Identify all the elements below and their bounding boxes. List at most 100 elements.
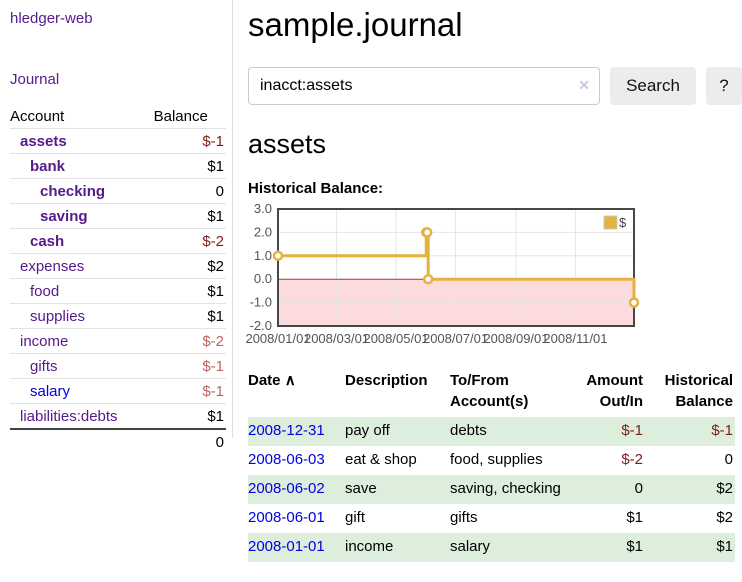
transaction-accounts: salary [450,533,562,562]
register-row: 2008-01-01incomesalary$1$1 [248,533,735,562]
account-row: bank $1 [10,154,226,179]
clear-search-icon[interactable]: ✕ [578,77,590,94]
transaction-date-link[interactable]: 2008-06-01 [248,509,325,526]
account-link[interactable]: expenses [20,258,84,275]
transaction-description: pay off [345,417,450,446]
svg-text:2008/11/01: 2008/11/01 [543,331,607,346]
svg-text:1.0: 1.0 [254,248,272,263]
transaction-date-link[interactable]: 2008-06-02 [248,480,325,497]
register-header-description: Description [345,368,450,417]
accounts-header-account: Account [10,104,154,129]
account-balance: $-2 [154,329,226,354]
account-balance: $2 [154,254,226,279]
transaction-balance: $2 [645,475,735,504]
account-link[interactable]: salary [30,383,70,400]
register-table: Date ∧ Description To/From Account(s) Am… [248,368,735,562]
account-row: checking 0 [10,179,226,204]
transaction-description: gift [345,504,450,533]
account-link[interactable]: cash [30,233,64,250]
search-button[interactable]: Search [610,67,696,105]
account-balance: $1 [154,279,226,304]
transaction-accounts: saving, checking [450,475,562,504]
account-balance: $1 [154,404,226,430]
register-table-body: 2008-12-31pay offdebts$-1$-12008-06-03ea… [248,417,735,562]
register-row: 2008-06-01giftgifts$1$2 [248,504,735,533]
register-header-date[interactable]: Date ∧ [248,368,345,417]
accounts-table-header-row: Account Balance [10,104,226,129]
chart-title: Historical Balance: [248,180,742,197]
search-input[interactable] [248,67,600,105]
register-header-row: Date ∧ Description To/From Account(s) Am… [248,368,735,417]
account-balance: $-1 [154,354,226,379]
search-input-wrapper: ✕ [248,67,600,105]
transaction-description: save [345,475,450,504]
transaction-description: income [345,533,450,562]
accounts-table: Account Balance assets $-1 bank $1 checking 0… [10,104,226,454]
search-form: ✕ Search ? [248,67,742,105]
svg-text:3.0: 3.0 [254,201,272,216]
date-header-label: Date [248,372,281,389]
register-row: 2008-12-31pay offdebts$-1$-1 [248,417,735,446]
account-balance: $1 [154,204,226,229]
sidebar-item-journal[interactable]: Journal [10,71,59,88]
legend-swatch [604,216,617,229]
page-title: sample.journal [248,6,742,44]
accounts-total-value: 0 [154,429,226,454]
transaction-date-link[interactable]: 2008-01-01 [248,538,325,555]
account-row: assets $-1 [10,129,226,154]
transaction-accounts: debts [450,417,562,446]
account-row: salary $-1 [10,379,226,404]
accounts-total-row: 0 [10,429,226,454]
account-balance: $1 [154,304,226,329]
accounts-header-balance: Balance [154,104,226,129]
transaction-amount: 0 [562,475,645,504]
svg-text:2008/05/01: 2008/05/01 [363,331,428,346]
main-content: sample.journal ✕ Search ? assets Histori… [248,0,742,562]
account-link[interactable]: saving [40,208,88,225]
account-link[interactable]: liabilities:debts [20,408,118,425]
transaction-amount: $-2 [562,446,645,475]
transaction-balance: $1 [645,533,735,562]
account-link[interactable]: supplies [30,308,85,325]
sidebar: hledger-web Journal Account Balance asse… [0,0,233,438]
register-header-accounts: To/From Account(s) [450,368,562,417]
transaction-date-link[interactable]: 2008-06-03 [248,451,325,468]
transaction-amount: $1 [562,504,645,533]
help-button[interactable]: ? [706,67,742,105]
svg-text:2008/01/01: 2008/01/01 [245,331,310,346]
register-row: 2008-06-02 savesaving, checking0$2 [248,475,735,504]
svg-text:2008/09/01: 2008/09/01 [483,331,548,346]
sort-ascending-icon: ∧ [285,372,296,389]
account-balance: $-1 [154,379,226,404]
svg-text:2008/07/01: 2008/07/01 [423,331,488,346]
account-balance: $-2 [154,229,226,254]
account-row: food $1 [10,279,226,304]
accounts-table-body: assets $-1 bank $1 checking 0 saving $1 cash $-2 e… [10,129,226,430]
svg-text:2.0: 2.0 [254,224,272,239]
account-balance: $1 [154,154,226,179]
register-header-balance: Historical Balance [645,368,735,417]
account-row: saving $1 [10,204,226,229]
account-link[interactable]: food [30,283,59,300]
transaction-balance: $2 [645,504,735,533]
account-link[interactable]: income [20,333,68,350]
account-link[interactable]: checking [40,183,105,200]
historical-balance-chart: 3.02.01.00.0-1.0-2.02008/01/012008/03/01… [248,205,718,355]
transaction-balance: 0 [645,446,735,475]
account-link[interactable]: gifts [30,358,58,375]
transaction-description: eat & shop [345,446,450,475]
account-row: liabilities:debts $1 [10,404,226,430]
account-link[interactable]: bank [30,158,65,175]
account-link[interactable]: assets [20,133,67,150]
app-title-link[interactable]: hledger-web [10,10,93,27]
transaction-balance: $-1 [645,417,735,446]
transaction-date-link[interactable]: 2008-12-31 [248,422,325,439]
register-row: 2008-06-03eat & shopfood, supplies$-20 [248,446,735,475]
account-row: gifts $-1 [10,354,226,379]
account-row: cash $-2 [10,229,226,254]
account-row: income $-2 [10,329,226,354]
account-balance: $-1 [154,129,226,154]
account-balance: 0 [154,179,226,204]
svg-text:-1.0: -1.0 [250,295,272,310]
account-row: supplies $1 [10,304,226,329]
